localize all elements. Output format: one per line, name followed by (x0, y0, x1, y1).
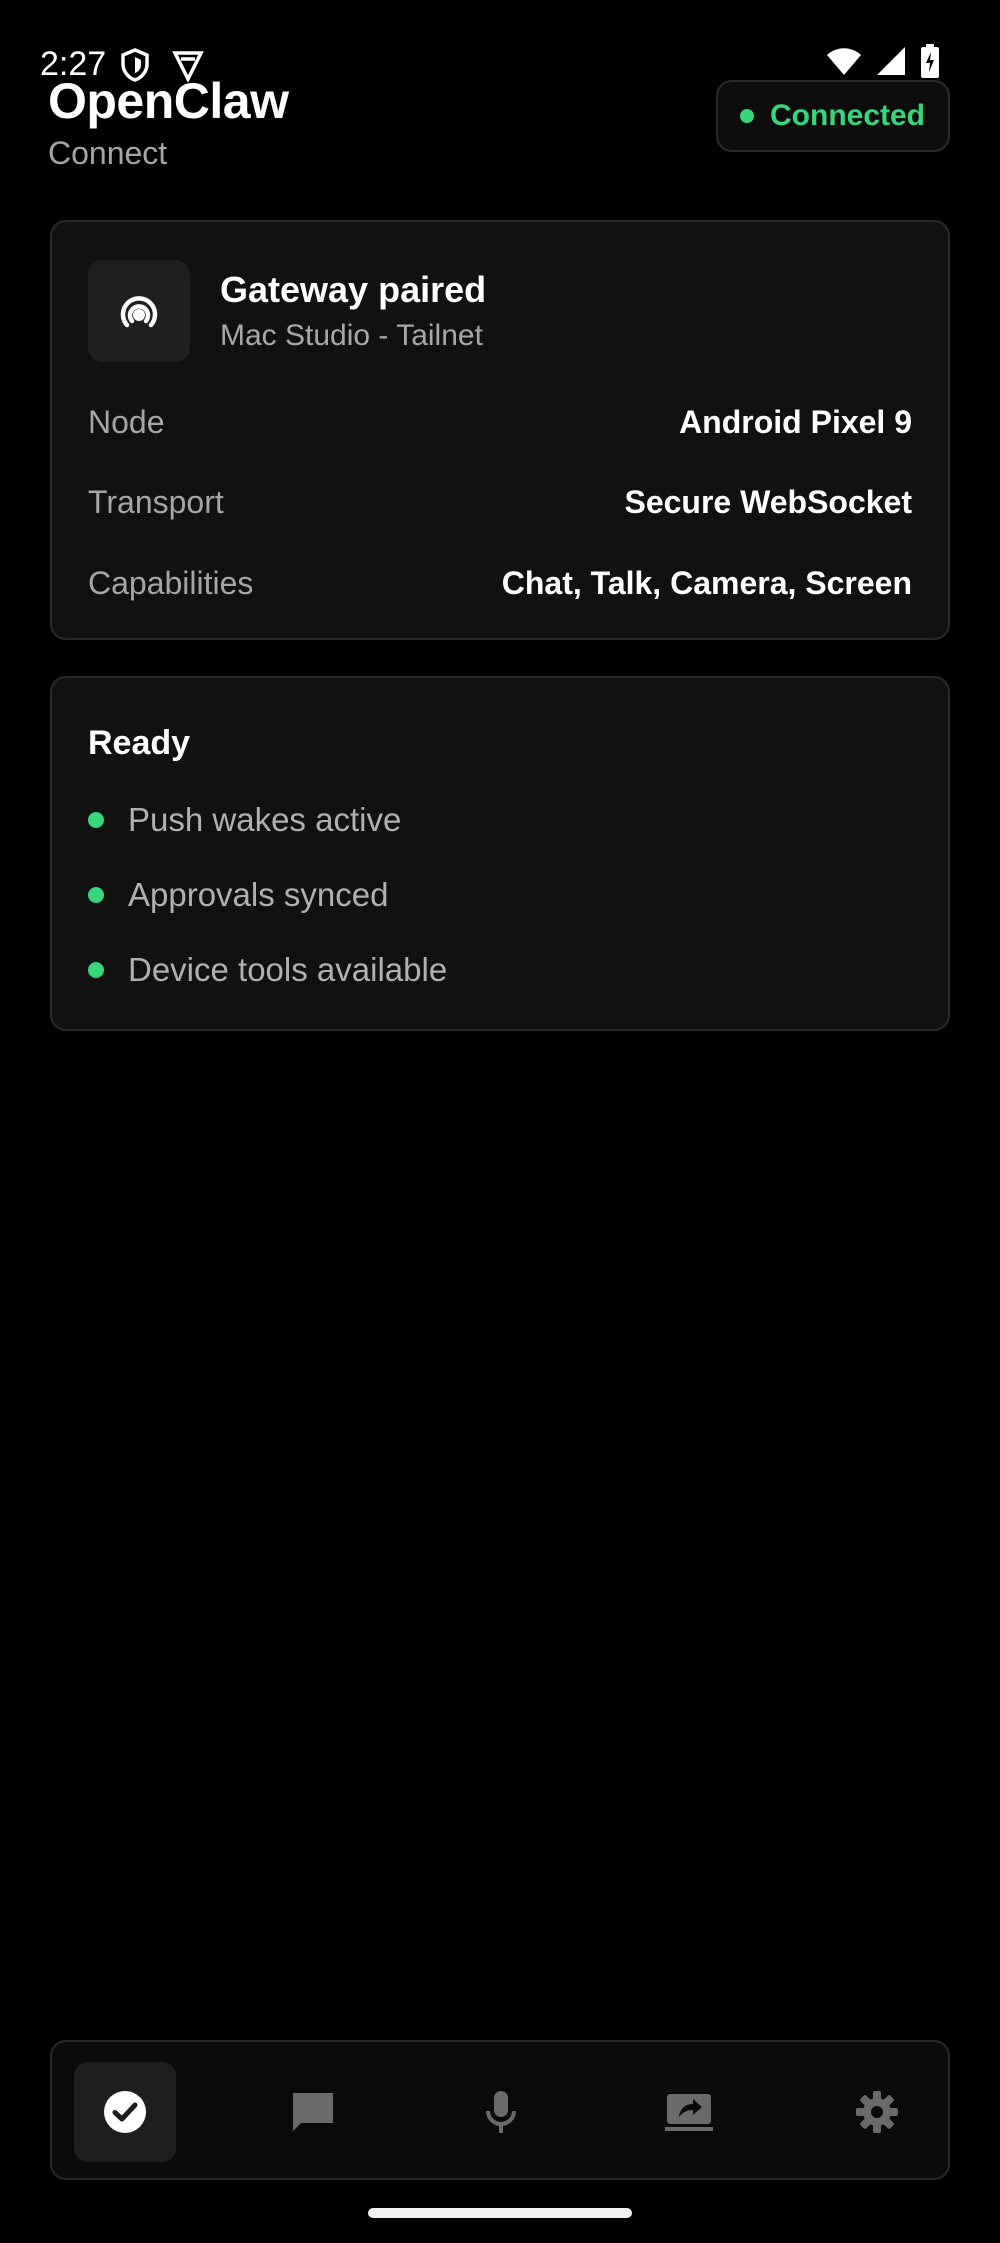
bottom-navigation (50, 2040, 950, 2180)
connection-status-label: Connected (770, 99, 926, 132)
capabilities-value: Chat, Talk, Camera, Screen (501, 564, 912, 601)
chat-icon (293, 2093, 333, 2131)
status-dot-icon (740, 109, 754, 123)
ready-item-label: Approvals synced (128, 876, 389, 913)
status-bar: 2:27 (0, 0, 1000, 83)
node-label: Node (88, 403, 165, 440)
wifi-icon (826, 46, 862, 81)
capabilities-row: Capabilities Chat, Talk, Camera, Screen (88, 561, 912, 605)
transport-row: Transport Secure WebSocket (88, 480, 912, 524)
gear-icon (856, 2091, 898, 2133)
transport-value: Secure WebSocket (624, 483, 912, 520)
ready-item: Approvals synced (88, 873, 388, 917)
page-subtitle: Connect (48, 135, 168, 171)
check-circle-icon (104, 2091, 146, 2133)
nav-tab-connect[interactable] (74, 2062, 176, 2162)
ready-item: Push wakes active (88, 798, 401, 842)
gateway-subtitle: Mac Studio - Tailnet (220, 319, 483, 352)
ready-title: Ready (88, 724, 191, 762)
gateway-card: Gateway paired Mac Studio - Tailnet Node… (50, 220, 950, 640)
radio-signal-icon (88, 260, 190, 362)
microphone-icon (486, 2091, 516, 2133)
battery-charging-icon (920, 44, 940, 83)
status-dot-icon (88, 962, 104, 978)
cell-signal-icon (876, 46, 906, 81)
nav-tab-screen[interactable] (638, 2062, 740, 2162)
nav-tab-settings[interactable] (826, 2062, 928, 2162)
status-dot-icon (88, 887, 104, 903)
connection-status-badge[interactable]: Connected (716, 80, 950, 152)
ready-item: Device tools available (88, 948, 447, 992)
home-indicator[interactable] (368, 2208, 632, 2218)
capabilities-label: Capabilities (88, 564, 254, 601)
nav-tab-talk[interactable] (450, 2062, 552, 2162)
status-dot-icon (88, 812, 104, 828)
screen-share-icon (665, 2094, 713, 2131)
gateway-title: Gateway paired (220, 269, 487, 310)
node-row: Node Android Pixel 9 (88, 400, 912, 444)
ready-card: Ready Push wakes active Approvals synced… (50, 676, 950, 1031)
ready-item-label: Device tools available (128, 951, 448, 988)
node-value: Android Pixel 9 (679, 403, 912, 440)
ready-item-label: Push wakes active (128, 801, 402, 838)
nav-tab-chat[interactable] (262, 2062, 364, 2162)
app-title: OpenClaw (48, 73, 289, 129)
transport-label: Transport (88, 483, 224, 520)
